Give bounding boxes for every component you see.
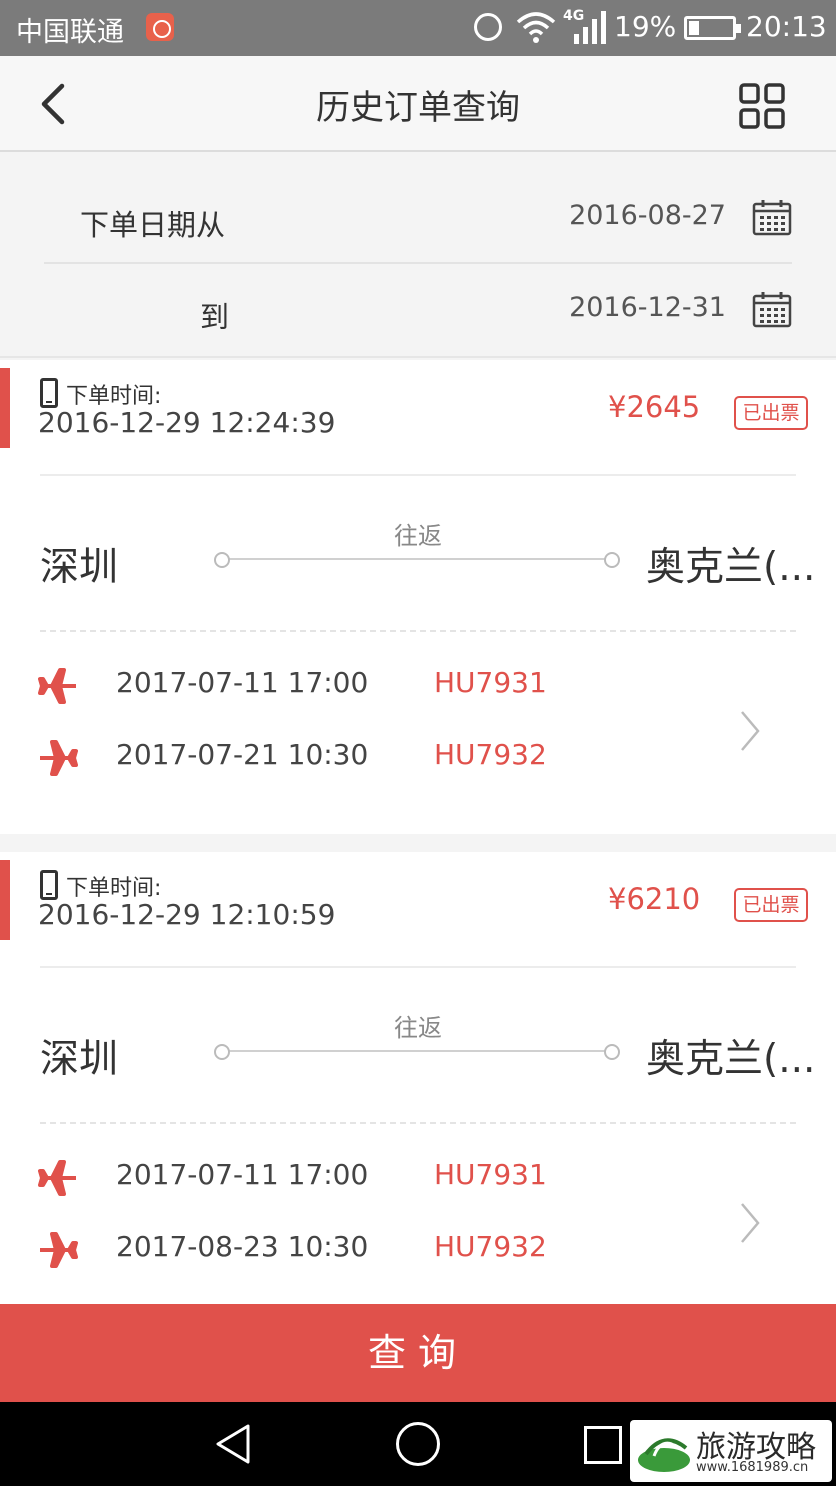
flight-number: HU7932 <box>434 738 547 771</box>
flight-number: HU7932 <box>434 1230 547 1263</box>
flight-number: HU7931 <box>434 1158 547 1191</box>
divider <box>40 474 796 476</box>
calendar-icon[interactable] <box>752 198 792 236</box>
phone-icon <box>40 378 58 408</box>
phone-icon <box>40 870 58 900</box>
status-badge: 已出票 <box>734 396 808 430</box>
card-accent-bar <box>0 368 10 448</box>
status-badge: 已出票 <box>734 888 808 922</box>
grid-icon[interactable] <box>738 82 786 130</box>
dashed-divider <box>40 1122 796 1124</box>
query-button[interactable]: 查询 <box>0 1304 836 1402</box>
order-card[interactable]: 下单时间: 2016-12-29 12:24:39 ¥2645 已出票 深圳 往… <box>0 360 836 834</box>
app-header: 历史订单查询 <box>0 56 836 152</box>
chevron-right-icon[interactable] <box>736 708 764 754</box>
carrier-name: 中国联通 <box>16 17 124 48</box>
battery-percent: 19% <box>614 10 677 43</box>
order-price: ¥2645 <box>608 390 701 424</box>
flight-datetime: 2017-07-21 10:30 <box>116 738 369 771</box>
order-card[interactable]: 下单时间: 2016-12-29 12:10:59 ¥6210 已出票 深圳 往… <box>0 852 836 1312</box>
date-to-row[interactable]: 到 2016-12-31 <box>44 264 792 356</box>
date-to-value[interactable]: 2016-12-31 <box>569 292 726 323</box>
order-time: 2016-12-29 12:10:59 <box>38 898 336 931</box>
watermark: 旅游攻略 www.1681989.cn <box>630 1420 832 1482</box>
clock: 20:13 <box>746 10 827 43</box>
order-time: 2016-12-29 12:24:39 <box>38 406 336 439</box>
flight-row: 2017-07-21 10:30 HU7932 <box>0 732 836 782</box>
card-accent-bar <box>0 860 10 940</box>
chevron-right-icon[interactable] <box>736 1200 764 1246</box>
dashed-divider <box>40 630 796 632</box>
nav-recent-apps-icon[interactable] <box>584 1426 622 1464</box>
plane-return-icon <box>40 1232 78 1268</box>
app-notification-icon <box>146 13 174 41</box>
order-price: ¥6210 <box>608 882 701 916</box>
status-bar: 中国联通 4G 19% 20:13 <box>0 0 836 56</box>
watermark-logo-icon <box>638 1438 690 1472</box>
flight-number: HU7931 <box>434 666 547 699</box>
route-line <box>222 1050 614 1052</box>
page-title: 历史订单查询 <box>316 88 520 128</box>
date-from-value[interactable]: 2016-08-27 <box>569 200 726 231</box>
battery-icon <box>684 16 741 40</box>
plane-departure-icon <box>38 668 76 704</box>
route-end-dot <box>604 552 620 568</box>
flight-datetime: 2017-07-11 17:00 <box>116 666 369 699</box>
watermark-url: www.1681989.cn <box>696 1460 809 1475</box>
date-from-label: 下单日期从 <box>80 208 226 242</box>
nav-back-icon[interactable] <box>212 1422 256 1466</box>
flight-datetime: 2017-08-23 10:30 <box>116 1230 369 1263</box>
date-to-label: 到 <box>200 300 230 334</box>
route-start-dot <box>214 552 230 568</box>
route-line <box>222 558 614 560</box>
nav-home-icon[interactable] <box>396 1422 440 1466</box>
wifi-icon <box>516 12 556 43</box>
route-start-dot <box>214 1044 230 1060</box>
plane-return-icon <box>40 740 78 776</box>
flight-row: 2017-07-11 17:00 HU7931 <box>0 660 836 710</box>
arrival-city: 奥克兰(... <box>646 545 816 590</box>
date-from-row[interactable]: 下单日期从 2016-08-27 <box>44 172 792 264</box>
plane-departure-icon <box>38 1160 76 1196</box>
flight-datetime: 2017-07-11 17:00 <box>116 1158 369 1191</box>
divider <box>40 966 796 968</box>
arrival-city: 奥克兰(... <box>646 1037 816 1082</box>
signal-icon <box>574 11 606 44</box>
calendar-icon[interactable] <box>752 290 792 328</box>
flight-row: 2017-07-11 17:00 HU7931 <box>0 1152 836 1202</box>
flight-row: 2017-08-23 10:30 HU7932 <box>0 1224 836 1274</box>
route-end-dot <box>604 1044 620 1060</box>
alarm-icon <box>474 13 502 41</box>
date-filter: 下单日期从 2016-08-27 到 2016-12-31 <box>0 152 836 358</box>
